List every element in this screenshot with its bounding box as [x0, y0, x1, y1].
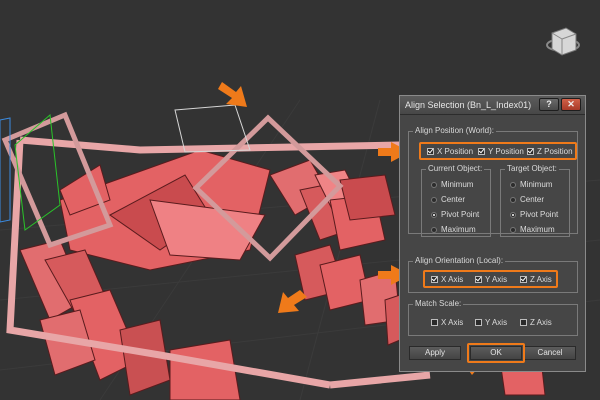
current-minimum-radio[interactable]: Minimum — [431, 180, 473, 189]
help-button[interactable]: ? — [539, 98, 559, 111]
scale-y-check[interactable] — [475, 319, 482, 326]
close-icon: ✕ — [567, 99, 575, 109]
scale-x-checkbox[interactable]: X Axis — [431, 318, 463, 327]
current-center-label: Center — [441, 195, 466, 204]
target-minimum-radio[interactable]: Minimum — [510, 180, 552, 189]
current-maximum-radio[interactable]: Maximum — [431, 225, 476, 234]
current-pivot-dot[interactable] — [431, 211, 437, 218]
current-minimum-label: Minimum — [441, 180, 474, 189]
align-position-label: Align Position (World): — [413, 126, 496, 135]
align-selection-dialog[interactable]: Align Selection (Bn_L_Index01) ? ✕ Align… — [399, 95, 586, 372]
target-center-dot[interactable] — [510, 196, 516, 203]
target-maximum-dot[interactable] — [510, 226, 516, 233]
align-orientation-label: Align Orientation (Local): — [413, 256, 506, 265]
dialog-titlebar[interactable]: Align Selection (Bn_L_Index01) ? ✕ — [400, 96, 585, 115]
scale-z-label: Z Axis — [530, 318, 552, 327]
target-minimum-label: Minimum — [520, 180, 553, 189]
current-object-label: Current Object: — [426, 164, 485, 173]
target-center-radio[interactable]: Center — [510, 195, 544, 204]
current-minimum-dot[interactable] — [431, 181, 437, 188]
dialog-title: Align Selection (Bn_L_Index01) — [405, 100, 532, 110]
scale-z-checkbox[interactable]: Z Axis — [520, 318, 552, 327]
target-maximum-radio[interactable]: Maximum — [510, 225, 555, 234]
current-center-dot[interactable] — [431, 196, 437, 203]
scale-x-label: X Axis — [441, 318, 464, 327]
scale-x-check[interactable] — [431, 319, 438, 326]
target-pivot-dot[interactable] — [510, 211, 516, 218]
apply-button[interactable]: Apply — [409, 346, 461, 360]
current-maximum-dot[interactable] — [431, 226, 437, 233]
target-minimum-dot[interactable] — [510, 181, 516, 188]
position-highlight — [419, 142, 577, 160]
scale-z-check[interactable] — [520, 319, 527, 326]
current-pivot-label: Pivot Point — [441, 210, 480, 219]
orientation-highlight — [423, 270, 558, 288]
close-button[interactable]: ✕ — [561, 98, 581, 111]
target-pivot-label: Pivot Point — [520, 210, 559, 219]
target-pivot-radio[interactable]: Pivot Point — [510, 210, 558, 219]
current-maximum-label: Maximum — [441, 225, 476, 234]
target-object-label: Target Object: — [505, 164, 559, 173]
scale-y-checkbox[interactable]: Y Axis — [475, 318, 507, 327]
scale-y-label: Y Axis — [485, 318, 508, 327]
target-maximum-label: Maximum — [520, 225, 555, 234]
ok-highlight — [467, 343, 525, 363]
target-center-label: Center — [520, 195, 545, 204]
current-pivot-radio[interactable]: Pivot Point — [431, 210, 479, 219]
cancel-button[interactable]: Cancel — [524, 346, 576, 360]
match-scale-label: Match Scale: — [413, 299, 464, 308]
current-center-radio[interactable]: Center — [431, 195, 465, 204]
